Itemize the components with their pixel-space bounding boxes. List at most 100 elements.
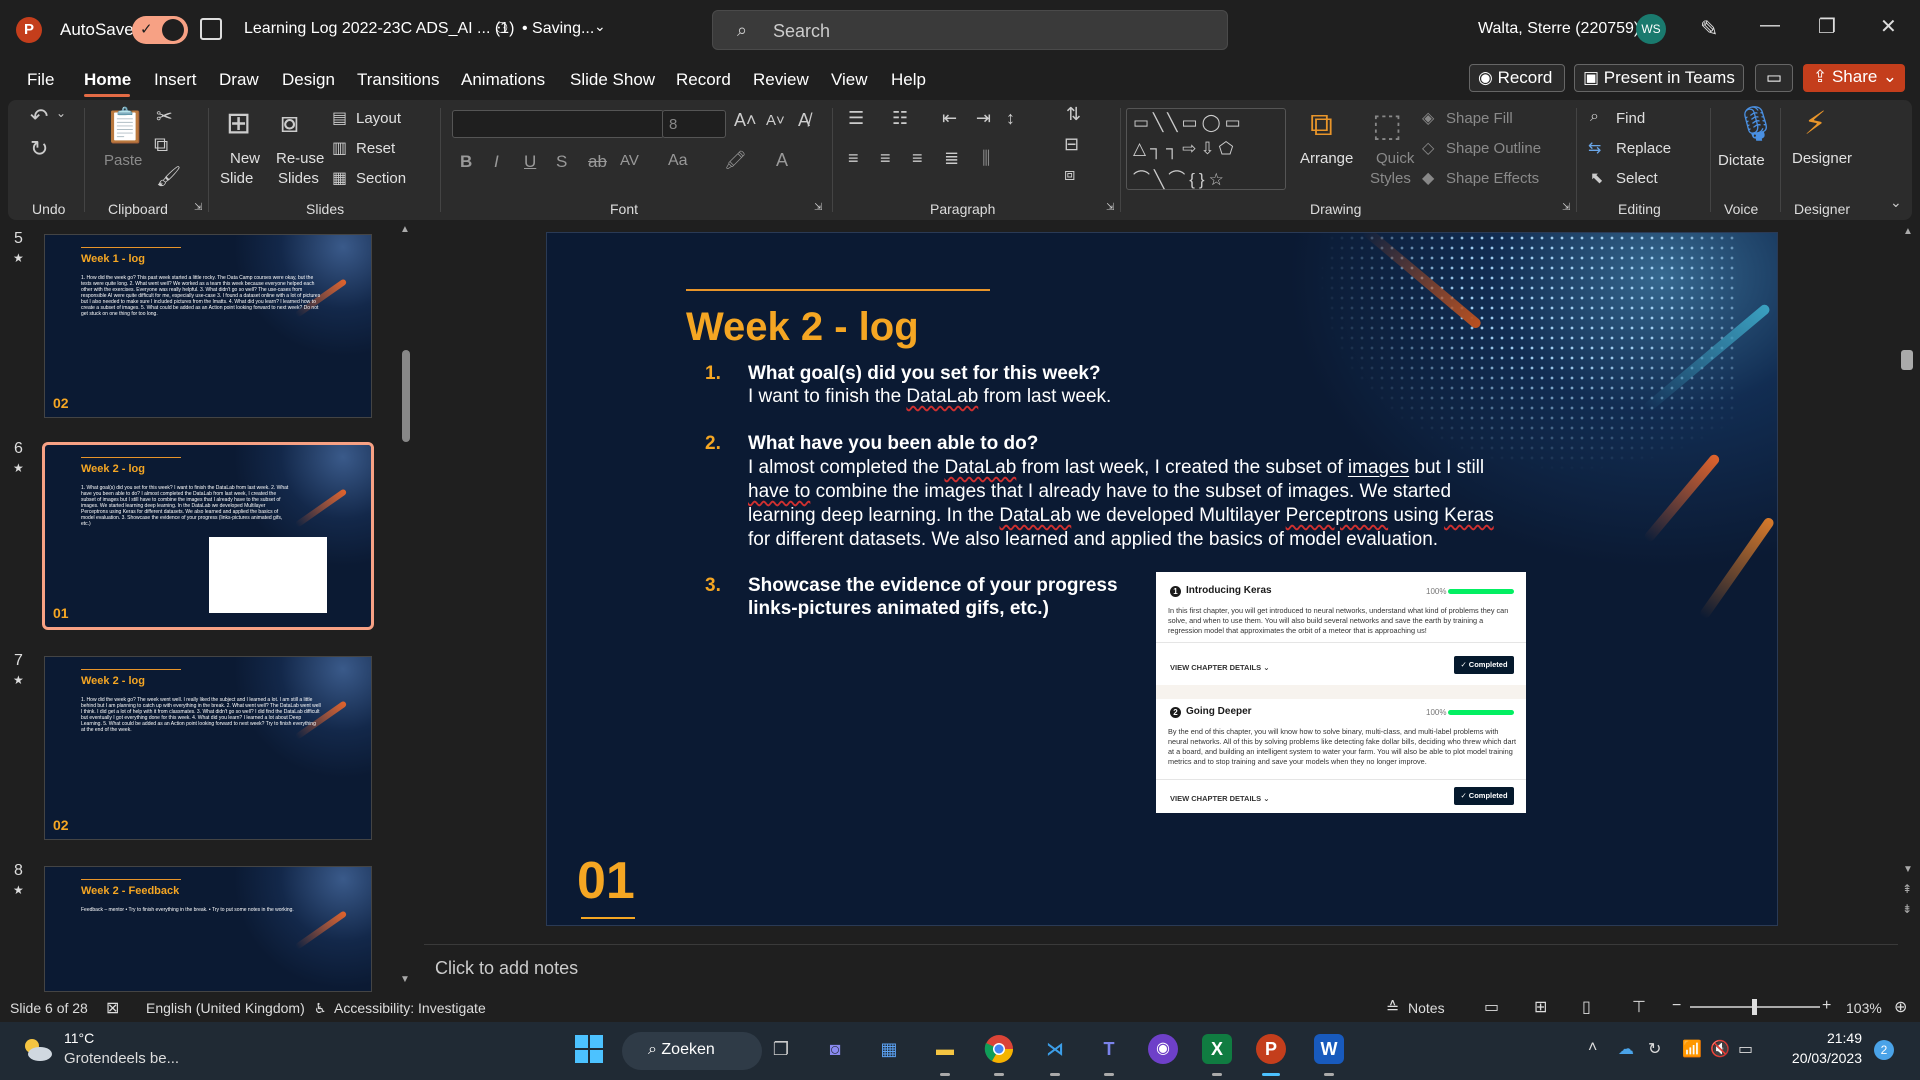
shape-fill-icon[interactable]: ◈ <box>1422 108 1434 128</box>
slide-thumbnail-selected[interactable]: Week 2 - log 1. What goal(s) did you set… <box>42 442 374 630</box>
tab-transitions[interactable]: Transitions <box>357 70 440 90</box>
weather-icon[interactable] <box>20 1032 54 1066</box>
quick-styles-label-2[interactable]: Styles <box>1370 170 1411 187</box>
align-center-icon[interactable]: ≡ <box>880 148 891 169</box>
change-case-icon[interactable]: Aa <box>668 152 688 170</box>
strikethrough-icon[interactable]: ab <box>588 152 607 172</box>
question-heading[interactable]: Showcase the evidence of your progress <box>748 575 1118 597</box>
highlight-icon[interactable]: 🖍 <box>724 150 747 171</box>
italic-icon[interactable]: I <box>494 152 499 172</box>
vscode-icon[interactable]: ⋊ <box>1038 1032 1072 1066</box>
section-button[interactable]: Section <box>356 170 406 187</box>
sync-icon[interactable]: ↻ <box>1648 1039 1661 1059</box>
fit-slide-icon[interactable]: ⊕ <box>1894 997 1907 1017</box>
reuse-slides-label-2[interactable]: Slides <box>278 170 319 187</box>
text-direction-icon[interactable]: ⇅ <box>1066 104 1081 125</box>
layout-icon[interactable]: ▤ <box>332 108 347 128</box>
shape-effects-button[interactable]: Shape Effects <box>1446 170 1539 187</box>
notes-icon[interactable]: ≙ <box>1386 998 1399 1018</box>
next-slide-icon[interactable]: ⇟ <box>1902 902 1912 916</box>
zoom-out-icon[interactable]: − <box>1672 997 1681 1015</box>
font-size-select[interactable]: 8 <box>662 110 726 138</box>
close-icon[interactable]: ✕ <box>1880 14 1897 39</box>
paste-icon[interactable]: 📋 <box>104 106 146 146</box>
slide-sorter-icon[interactable]: ⊞ <box>1534 997 1547 1017</box>
line-spacing-icon[interactable]: ↕ <box>1006 108 1015 129</box>
question-heading-cont[interactable]: links-pictures animated gifs, etc.) <box>748 598 1049 620</box>
reset-button[interactable]: Reset <box>356 140 395 157</box>
replace-button[interactable]: Replace <box>1616 140 1671 157</box>
tab-help[interactable]: Help <box>891 70 926 90</box>
reading-view-icon[interactable]: ▯ <box>1582 997 1591 1017</box>
align-right-icon[interactable]: ≡ <box>912 148 923 169</box>
task-view-icon[interactable]: ❐ <box>764 1032 798 1066</box>
document-title[interactable]: Learning Log 2022-23C ADS_AI ... (1) <box>244 20 514 38</box>
character-spacing-icon[interactable]: AV <box>620 152 639 169</box>
save-status[interactable]: • Saving... <box>522 20 594 38</box>
notes-toggle[interactable]: Notes <box>1408 1000 1445 1016</box>
tab-design[interactable]: Design <box>282 70 335 90</box>
answer-text[interactable]: I almost completed the DataLab from last… <box>748 456 1628 552</box>
chevron-up-icon[interactable]: ˄ <box>1588 1039 1597 1057</box>
microphone-icon[interactable]: 🎙 <box>1734 104 1777 144</box>
wifi-icon[interactable]: 📶 <box>1682 1039 1702 1059</box>
decrease-font-icon[interactable]: A˅ <box>766 112 785 129</box>
bullets-icon[interactable]: ☰ <box>848 108 864 129</box>
tab-home[interactable]: Home <box>84 70 131 90</box>
save-icon[interactable] <box>200 18 222 40</box>
shapes-row-icons[interactable]: ▭╲╲▭◯▭ <box>1133 113 1245 133</box>
clock-date[interactable]: 20/03/2023 <box>1780 1050 1862 1066</box>
format-painter-icon[interactable]: 🖌 <box>156 164 181 189</box>
tab-view[interactable]: View <box>831 70 868 90</box>
notes-pane[interactable] <box>424 944 1898 990</box>
numbering-icon[interactable]: ☷ <box>892 108 908 129</box>
smartart-icon[interactable]: ⧈ <box>1064 164 1075 185</box>
new-slide-label-1[interactable]: New <box>230 150 260 167</box>
chevron-down-icon[interactable]: ⌄ <box>594 18 606 35</box>
excel-icon[interactable]: X <box>1202 1034 1232 1064</box>
share-button[interactable]: ⇪ Share ⌄ <box>1803 64 1905 92</box>
autosave-toggle[interactable]: ✓ <box>132 16 188 44</box>
slide-canvas[interactable]: Week 2 - log 1. What goal(s) did you set… <box>546 232 1778 926</box>
tab-draw[interactable]: Draw <box>219 70 259 90</box>
accessibility-status[interactable]: Accessibility: Investigate <box>334 1000 486 1016</box>
justify-icon[interactable]: ≣ <box>944 148 959 169</box>
tab-file[interactable]: File <box>27 70 54 90</box>
taskbar-search[interactable]: ⌕ Zoeken <box>622 1032 762 1070</box>
slide-thumbnail[interactable]: Week 1 - log 1. How did the week go? Thi… <box>44 234 372 418</box>
previous-slide-icon[interactable]: ⇞ <box>1902 882 1912 896</box>
align-left-icon[interactable]: ≡ <box>848 148 859 169</box>
store-icon[interactable]: ▦ <box>872 1032 906 1066</box>
normal-view-icon[interactable]: ▭ <box>1484 997 1499 1017</box>
dialog-launcher-icon[interactable]: ⇲ <box>194 202 202 213</box>
new-slide-label-2[interactable]: Slide <box>220 170 253 187</box>
notes-placeholder[interactable]: Click to add notes <box>435 958 578 979</box>
shadow-icon[interactable]: S <box>556 152 567 172</box>
select-button[interactable]: Select <box>1616 170 1658 187</box>
arrange-icon[interactable]: ⧉ <box>1310 106 1333 144</box>
replace-icon[interactable]: ⇆ <box>1588 138 1601 158</box>
increase-font-icon[interactable]: A˄ <box>734 110 757 131</box>
tab-slide-show[interactable]: Slide Show <box>570 70 655 90</box>
bold-icon[interactable]: B <box>460 152 472 172</box>
reuse-slides-icon[interactable]: ⧇ <box>280 106 299 140</box>
word-icon[interactable]: W <box>1314 1034 1344 1064</box>
shapes-gallery[interactable]: ▭╲╲▭◯▭ △┐┐⇨⇩⬠ ⌒╲⌒{}☆ <box>1126 108 1286 190</box>
scroll-up-icon[interactable]: ▲ <box>1903 226 1913 237</box>
dialog-launcher-icon[interactable]: ⇲ <box>1562 202 1570 213</box>
question-heading[interactable]: What have you been able to do? <box>748 433 1038 455</box>
section-icon[interactable]: ▦ <box>332 168 347 188</box>
shape-effects-icon[interactable]: ◆ <box>1422 168 1434 188</box>
notification-badge[interactable]: 2 <box>1874 1040 1894 1060</box>
slide-scrollbar[interactable]: ▲ ▼ ⇞ ⇟ <box>1900 222 1916 942</box>
align-text-icon[interactable]: ⊟ <box>1064 134 1079 155</box>
question-heading[interactable]: What goal(s) did you set for this week? <box>748 363 1101 385</box>
designer-button[interactable]: Designer <box>1792 150 1852 167</box>
github-icon[interactable]: ◉ <box>1148 1034 1178 1064</box>
zoom-in-icon[interactable]: + <box>1822 997 1831 1015</box>
paste-button[interactable]: Paste <box>104 152 142 169</box>
columns-icon[interactable]: ⫼ <box>982 148 990 169</box>
chevron-down-icon[interactable]: ⌄ <box>1883 67 1897 87</box>
font-color-icon[interactable]: A <box>776 150 788 171</box>
record-button[interactable]: ◉ Record <box>1469 64 1565 92</box>
